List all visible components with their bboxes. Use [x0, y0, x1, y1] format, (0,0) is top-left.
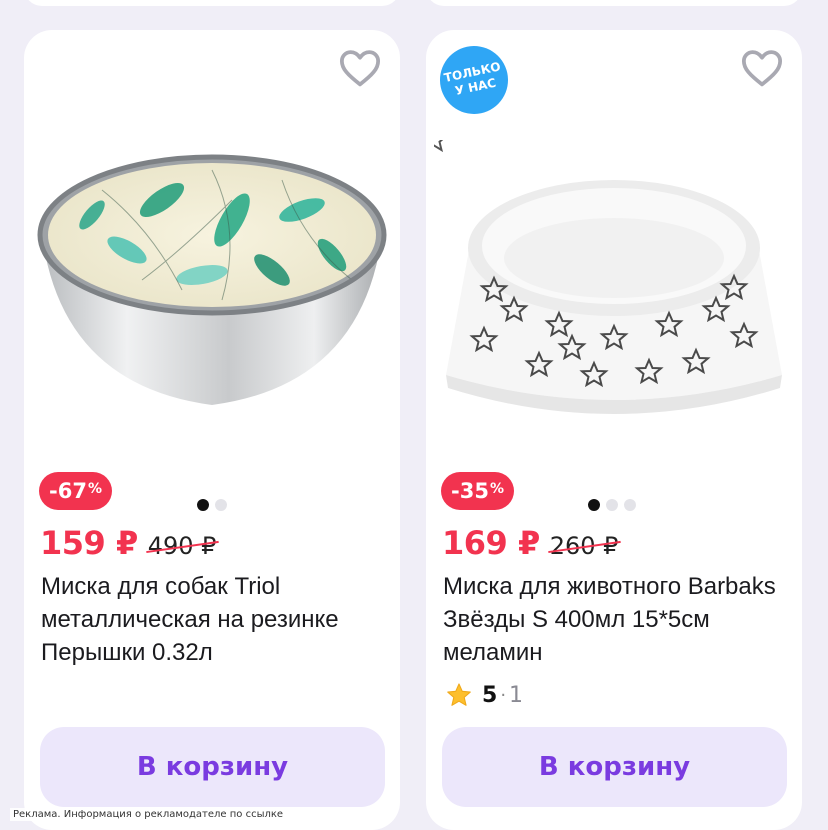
rating-separator: · — [500, 684, 507, 706]
previous-card-bottom — [426, 0, 802, 6]
price-row: 159 ₽ 490 ₽ — [40, 524, 216, 562]
add-to-cart-button[interactable]: В корзину — [40, 727, 385, 807]
current-price: 159 ₽ — [40, 524, 138, 562]
product-title[interactable]: Миска для собак Triol металлическая на р… — [41, 570, 391, 669]
discount-badge: -67% — [39, 472, 112, 510]
favorite-heart-icon[interactable] — [740, 48, 784, 88]
exclusive-badge: ТОЛЬКО У НАС — [433, 39, 515, 121]
pagination-dot[interactable] — [588, 499, 600, 511]
rating[interactable]: 5 · 1 — [446, 682, 523, 708]
product-title[interactable]: Миска для животного Barbaks Звёзды S 400… — [443, 570, 793, 669]
product-image-star-bowl[interactable] — [419, 125, 794, 430]
review-count: 1 — [509, 682, 524, 708]
favorite-heart-icon[interactable] — [338, 48, 382, 88]
old-price: 490 ₽ — [147, 532, 217, 560]
pagination-dot[interactable] — [606, 499, 618, 511]
image-pagination — [197, 499, 227, 511]
price-row: 169 ₽ 260 ₽ — [442, 524, 618, 562]
current-price: 169 ₽ — [442, 524, 540, 562]
image-pagination — [588, 499, 636, 511]
pagination-dot[interactable] — [197, 499, 209, 511]
add-to-cart-button[interactable]: В корзину — [442, 727, 787, 807]
product-image-metal-bowl[interactable] — [32, 140, 392, 430]
discount-badge: -35% — [441, 472, 514, 510]
previous-card-bottom — [24, 0, 400, 6]
pagination-dot[interactable] — [624, 499, 636, 511]
old-price: 260 ₽ — [549, 532, 619, 560]
product-card[interactable]: -67% 159 ₽ 490 ₽ Миска для собак Triol м… — [24, 30, 400, 830]
ad-disclaimer[interactable]: Реклама. Информация о рекламодателе по с… — [10, 808, 287, 821]
product-card[interactable]: ТОЛЬКО У НАС -35% 169 ₽ 260 ₽ Миска для … — [419, 30, 802, 830]
pagination-dot[interactable] — [215, 499, 227, 511]
rating-score: 5 — [482, 682, 498, 708]
star-icon — [447, 683, 471, 706]
